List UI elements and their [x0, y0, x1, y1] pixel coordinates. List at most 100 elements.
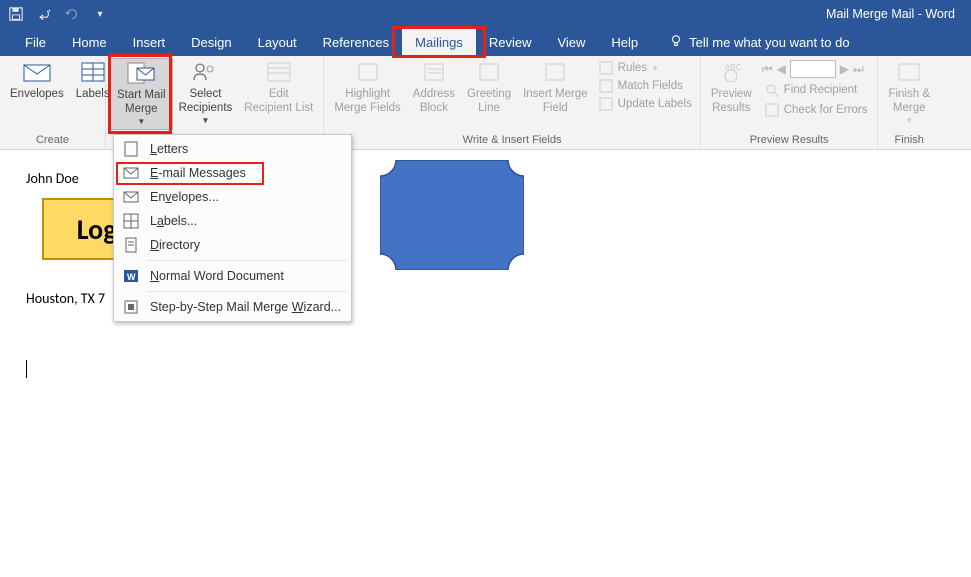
insert-field-icon [539, 60, 571, 84]
search-icon [764, 82, 780, 98]
text-cursor [26, 360, 27, 378]
email-icon [122, 164, 140, 182]
preview-icon: ABC [715, 60, 747, 84]
envelope-icon [21, 60, 53, 84]
start-mail-merge-button[interactable]: Start Mail Merge ▼ [110, 58, 173, 130]
update-labels-icon [598, 96, 614, 112]
last-record-icon: ⏭ [853, 62, 864, 77]
record-number-input[interactable] [790, 60, 836, 78]
first-record-icon: ⏮ [762, 62, 773, 77]
highlight-merge-fields-button: Highlight Merge Fields [328, 58, 406, 118]
labels-label: Labels [76, 87, 110, 101]
tab-mailings-label: Mailings [415, 35, 463, 50]
group-create-label: Create [4, 132, 101, 149]
find-recipient-label: Find Recipient [784, 84, 858, 96]
rules-button: Rules ▼ [598, 60, 692, 76]
chevron-down-icon: ▼ [905, 116, 913, 126]
save-icon[interactable] [8, 6, 24, 22]
menu-item-directory[interactable]: Directory [114, 233, 351, 257]
lightbulb-icon [669, 34, 683, 51]
start-mail-merge-menu: Letters E-mail Messages Envelopes... Lab… [113, 134, 352, 322]
rules-label: Rules [618, 62, 647, 74]
tell-me-search[interactable]: Tell me what you want to do [651, 28, 849, 56]
window-title: Mail Merge Mail - Word [826, 7, 955, 21]
labels-icon [77, 60, 109, 84]
finish-icon [893, 60, 925, 84]
quick-access-toolbar: ▾ [8, 6, 108, 22]
tab-file[interactable]: File [12, 28, 59, 56]
tab-layout[interactable]: Layout [245, 28, 310, 56]
edit-list-icon [263, 60, 295, 84]
group-create: Envelopes Labels Create [0, 56, 106, 149]
menu-item-normal-doc[interactable]: W Normal Word Document [114, 264, 351, 288]
group-finish-label: Finish [882, 132, 936, 149]
insert-merge-field-button: Insert Merge Field [517, 58, 594, 118]
select-recipients-button[interactable]: Select Recipients ▼ [173, 58, 239, 128]
greeting-line-button: Greeting Line [461, 58, 517, 118]
svg-text:ABC: ABC [725, 63, 742, 72]
recipients-icon [189, 60, 221, 84]
tell-me-label: Tell me what you want to do [689, 35, 849, 50]
menu-item-envelopes[interactable]: Envelopes... [114, 185, 351, 209]
check-errors-button: Check for Errors [758, 100, 874, 120]
find-recipient-button: Find Recipient [758, 80, 874, 100]
tab-home[interactable]: Home [59, 28, 120, 56]
address-block-label: Address Block [413, 87, 455, 116]
group-preview-label: Preview Results [705, 132, 874, 149]
tab-help[interactable]: Help [598, 28, 651, 56]
svg-text:W: W [127, 272, 136, 282]
tab-design[interactable]: Design [178, 28, 244, 56]
envelopes-icon [122, 188, 140, 206]
menu-item-wizard[interactable]: Step-by-Step Mail Merge Wizard... [114, 295, 351, 319]
group-write-insert: Highlight Merge Fields Address Block Gre… [324, 56, 701, 149]
match-fields-icon [598, 78, 614, 94]
group-preview: ABC Preview Results ⏮ ◀ ▶ ⏭ Find Recipie… [701, 56, 879, 149]
greeting-line-label: Greeting Line [467, 87, 511, 116]
tab-mailings[interactable]: Mailings [402, 28, 476, 56]
group-write-label: Write & Insert Fields [328, 132, 696, 149]
insert-merge-field-label: Insert Merge Field [523, 87, 588, 116]
highlight-label: Highlight Merge Fields [334, 87, 400, 116]
tab-view[interactable]: View [544, 28, 598, 56]
envelopes-label: Envelopes [10, 87, 64, 101]
start-mail-merge-label: Start Mail Merge [117, 88, 166, 117]
preview-results-label: Preview Results [711, 87, 752, 116]
blue-plaque-shape[interactable] [380, 160, 524, 270]
check-errors-label: Check for Errors [784, 104, 868, 116]
match-fields-button: Match Fields [598, 78, 692, 94]
menu-item-email-label: E-mail Messages [150, 166, 246, 180]
chevron-down-icon: ▼ [651, 64, 659, 73]
address-block-icon [418, 60, 450, 84]
undo-icon[interactable] [36, 6, 52, 22]
qat-customize-icon[interactable]: ▾ [92, 6, 108, 22]
menu-item-letters[interactable]: Letters [114, 137, 351, 161]
envelopes-button[interactable]: Envelopes [4, 58, 70, 103]
letter-icon [122, 140, 140, 158]
check-icon [764, 102, 780, 118]
wizard-icon [122, 298, 140, 316]
address-block-button: Address Block [407, 58, 461, 118]
preview-results-button: ABC Preview Results [705, 58, 758, 118]
edit-recipient-list-button: Edit Recipient List [238, 58, 319, 118]
labels-icon [122, 212, 140, 230]
prev-record-icon: ◀ [777, 62, 786, 76]
record-navigation: ⏮ ◀ ▶ ⏭ [758, 58, 874, 80]
update-labels-button: Update Labels [598, 96, 692, 112]
group-finish: Finish & Merge ▼ Finish [878, 56, 940, 149]
next-record-icon: ▶ [840, 62, 849, 76]
chevron-down-icon: ▼ [137, 117, 145, 127]
rules-icon [598, 60, 614, 76]
menu-item-letters-label: Letters [150, 142, 188, 156]
finish-merge-button: Finish & Merge ▼ [882, 58, 936, 128]
tab-references[interactable]: References [310, 28, 402, 56]
document-address-line: Houston, TX 7 [26, 290, 105, 307]
redo-icon[interactable] [64, 6, 80, 22]
mail-merge-icon [125, 61, 157, 85]
finish-merge-label: Finish & Merge [888, 87, 930, 116]
tab-review[interactable]: Review [476, 28, 545, 56]
menu-item-email[interactable]: E-mail Messages [114, 161, 351, 185]
tab-insert[interactable]: Insert [120, 28, 179, 56]
menu-item-labels-label: Labels... [150, 214, 197, 228]
select-recipients-label: Select Recipients [179, 87, 233, 116]
menu-item-labels[interactable]: Labels... [114, 209, 351, 233]
